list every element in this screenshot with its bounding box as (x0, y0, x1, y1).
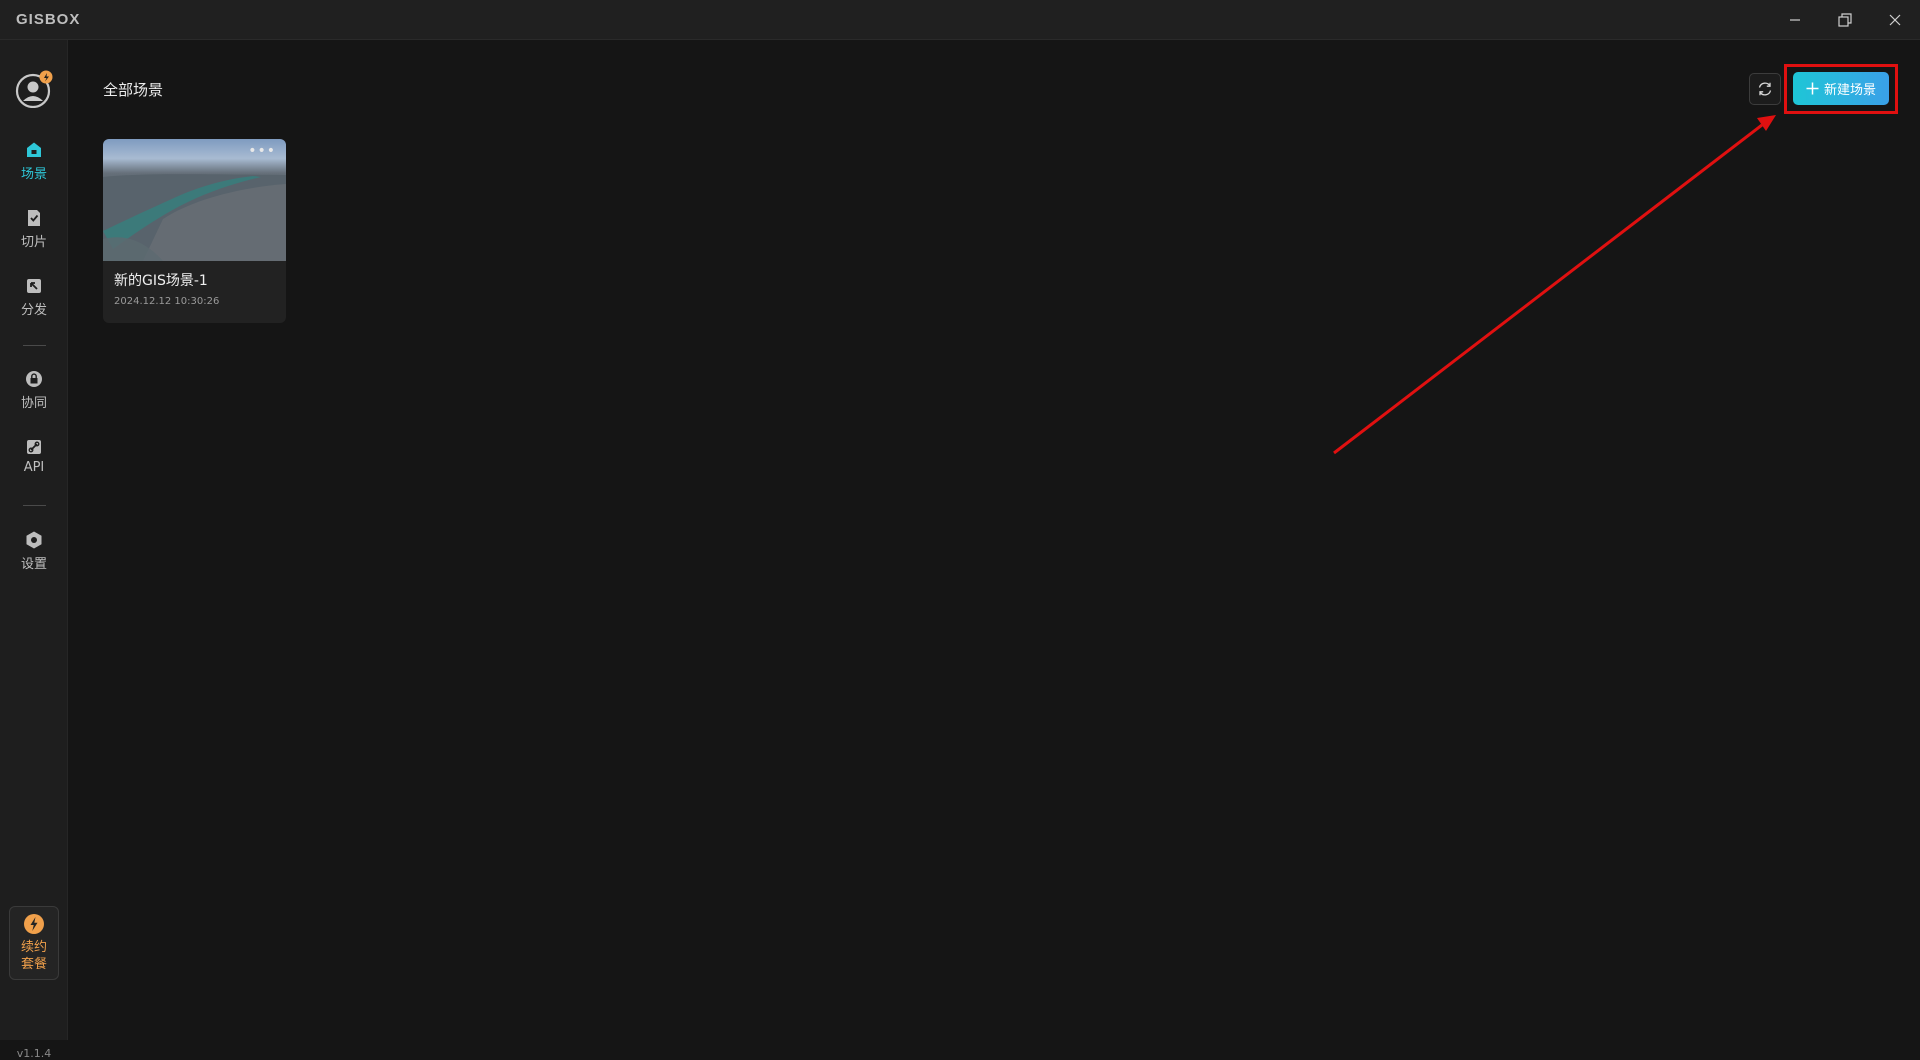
nav-item-tiles[interactable]: 切片 (0, 208, 68, 264)
annotation-arrow (1333, 115, 1776, 455)
lock-icon (26, 371, 42, 387)
scene-date: 2024.12.12 10:30:26 (114, 296, 220, 307)
nav-item-api[interactable]: API (0, 437, 68, 493)
title-bar: GISBOX (0, 0, 1920, 40)
new-scene-label: 新建场景 (1823, 83, 1876, 98)
renew-plan-label: 续约套餐 (20, 940, 47, 972)
scene-card[interactable]: ••• 新的GIS场景-1 2024.12.12 10:30:26 (103, 139, 286, 323)
document-check-icon (28, 210, 40, 226)
scene-name: 新的GIS场景-1 (114, 273, 208, 289)
scene-thumbnail: ••• (103, 139, 286, 261)
more-options-button[interactable]: ••• (248, 143, 276, 159)
user-avatar[interactable] (15, 70, 53, 109)
nav-label-scenes: 场景 (20, 167, 47, 182)
minimize-icon (1790, 19, 1800, 21)
nav-item-scenes[interactable]: 场景 (0, 140, 68, 196)
link-icon (27, 440, 41, 454)
nav-item-settings[interactable]: 设置 (0, 530, 68, 586)
nav-label-collaborate: 协同 (20, 396, 47, 411)
app-version: v1.1.4 (16, 1047, 52, 1060)
home-icon (27, 142, 41, 157)
nav-item-collaborate[interactable]: 协同 (0, 369, 68, 425)
app-logo: GISBOX (16, 11, 81, 28)
settings-hex-icon (26, 531, 42, 549)
new-scene-button[interactable]: 新建场景 (1793, 72, 1889, 105)
sidebar-divider (23, 505, 46, 506)
nav-label-tiles: 切片 (20, 235, 47, 250)
nav-label-api: API (23, 460, 45, 475)
plus-icon (1806, 82, 1819, 95)
restore-icon (1838, 13, 1852, 27)
refresh-button[interactable] (1749, 73, 1781, 105)
nav-item-distribute[interactable]: 分发 (0, 276, 68, 332)
close-button[interactable] (1875, 6, 1915, 34)
renew-plan-button[interactable]: 续约套餐 (9, 906, 59, 980)
refresh-icon (1758, 82, 1772, 96)
minimize-button[interactable] (1775, 6, 1815, 34)
user-icon (15, 70, 53, 109)
nav-label-settings: 设置 (20, 557, 47, 572)
close-icon (1889, 14, 1901, 26)
page-title: 全部场景 (103, 81, 164, 99)
lightning-icon (24, 914, 44, 934)
sidebar: 场景 切片 分发 协同 API 设置 续约套餐 v1.1.4 (0, 40, 68, 1060)
sidebar-divider (23, 345, 46, 346)
restore-button[interactable] (1825, 6, 1865, 34)
nav-label-distribute: 分发 (20, 303, 47, 318)
share-icon (27, 279, 41, 293)
